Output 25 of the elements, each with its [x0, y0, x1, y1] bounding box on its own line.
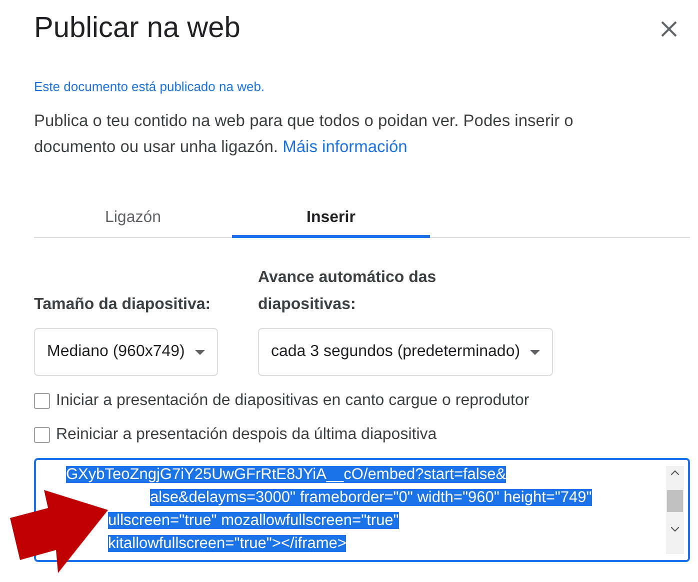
embed-code-text: kitallowfullscreen="true"></iframe>	[108, 535, 346, 552]
description-text: Publica o teu contido na web para que todos o poidan ver. Podes inserir o documento ou usar unha ligazón. Máis información	[34, 111, 574, 158]
caret-icon	[530, 350, 540, 354]
dialog-title: Publicar na web	[34, 12, 240, 45]
learn-more-link[interactable]: Máis información	[282, 138, 408, 156]
checkbox[interactable]	[34, 393, 50, 409]
dropdown[interactable]: Mediano (960x749)	[34, 328, 218, 376]
option-label: Iniciar a presentación de diapositivas en canto cargue o reprodutor	[56, 392, 530, 410]
checkbox[interactable]	[34, 427, 50, 443]
caret-icon	[194, 350, 205, 354]
embed-code-text: ullscreen="true" mozallowfullscreen="true"	[108, 512, 399, 529]
scroll-down-icon[interactable]	[671, 527, 679, 532]
setting-label: Avance automático das diapositivas:	[258, 268, 438, 315]
embed-code-text: GXybTeoZngjG7iY25UwGFrRtE8JYiA__cO/embed?start=false&	[66, 466, 506, 483]
tab[interactable]: Ligazón	[34, 200, 232, 238]
tab[interactable]: Inserir	[232, 200, 430, 238]
scroll-up-icon[interactable]	[671, 470, 679, 475]
setting-label: Tamaño da diapositiva:	[34, 295, 212, 315]
option-label: Reiniciar a presentación despois da última diapositiva	[56, 426, 437, 444]
arrow-icon	[10, 490, 108, 573]
embed-code-text: alse&delayms=3000" frameborder="0" width="960" height="749"	[150, 489, 592, 506]
published-status-text: Este documento está publicado na web.	[34, 79, 266, 94]
scrollbar-thumb[interactable]	[667, 490, 683, 512]
scrollbar[interactable]	[666, 466, 684, 554]
dropdown[interactable]: cada 3 segundos (predeterminado)	[258, 328, 554, 376]
